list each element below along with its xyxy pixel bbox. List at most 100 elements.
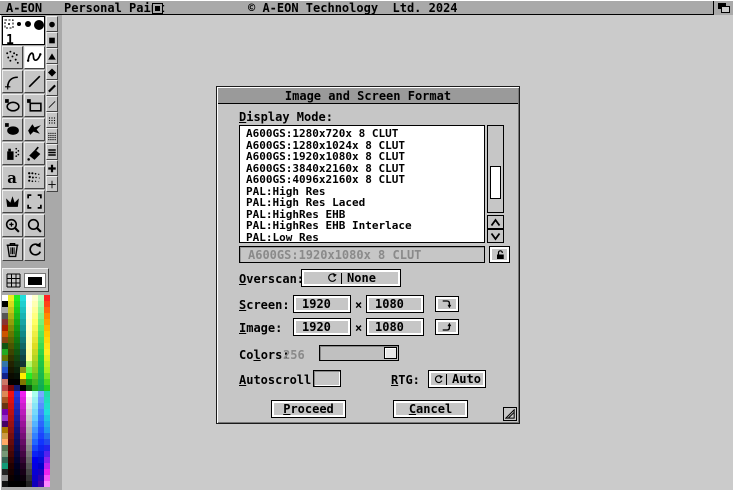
ellipse-tool-button[interactable] <box>2 94 23 117</box>
depth-front-rect-icon <box>721 6 730 13</box>
image-width-field[interactable] <box>293 318 351 336</box>
overscan-cycle-button[interactable]: None <box>301 269 401 287</box>
depth-gadget-button[interactable] <box>713 1 733 15</box>
fill-tool-button[interactable] <box>24 142 45 165</box>
thin-cross-brush-icon <box>47 178 57 191</box>
cycle-icon <box>433 374 444 385</box>
brush-select-tool-button[interactable] <box>24 190 45 213</box>
rectangle-tool-button[interactable] <box>24 94 45 117</box>
undo-tool-button[interactable] <box>24 238 45 261</box>
display-mode-option[interactable]: A600GS:1280x720x 8 CLUT <box>246 128 484 140</box>
bold-cross-brush-icon <box>47 162 57 175</box>
copy-image-to-screen-button[interactable] <box>435 319 459 335</box>
sparse-dots-brush-button[interactable] <box>46 112 58 128</box>
thick-slash-brush-icon <box>47 82 57 95</box>
screen-label: Screen: <box>239 298 290 312</box>
display-mode-option[interactable]: A600GS:4096x2160x 8 CLUT <box>246 174 484 186</box>
dialog-title[interactable]: Image and Screen Format <box>218 88 518 104</box>
stripes-brush-button[interactable] <box>46 144 58 160</box>
tool-panel: 1 a <box>0 15 62 490</box>
screen-dims-separator: × <box>355 298 362 312</box>
display-mode-option[interactable]: PAL:Low Res <box>246 232 484 244</box>
current-color-well[interactable] <box>24 273 46 288</box>
proceed-button[interactable]: Proceed <box>271 400 346 418</box>
titlebar[interactable]: A-EON Personal Paint © A-EON Technology … <box>0 0 733 15</box>
builtin-brush-disc-icon <box>47 18 57 31</box>
display-mode-option[interactable]: A600GS:1920x1080x 8 CLUT <box>246 151 484 163</box>
builtin-brush-diamond-icon <box>47 66 57 79</box>
svg-text:a: a <box>7 169 17 186</box>
cycle-divider <box>446 374 447 385</box>
colors-label: Colors: <box>239 348 290 362</box>
colors-slider[interactable] <box>319 345 399 361</box>
selected-mode-field[interactable] <box>239 246 485 263</box>
polygon-tool-icon <box>26 121 43 138</box>
symmetry-tool-button[interactable] <box>2 190 23 213</box>
thick-slash-brush-button[interactable] <box>46 80 58 96</box>
filled-ellipse-tool-button[interactable] <box>2 118 23 141</box>
display-mode-list[interactable]: A600GS:1280x720x 8 CLUTA600GS:1280x1024x… <box>239 125 485 243</box>
cycle-icon <box>326 272 338 284</box>
autoscroll-checkbox[interactable] <box>313 370 341 387</box>
display-mode-option[interactable]: PAL:HighRes EHB Interlace <box>246 220 484 232</box>
screen-width-field[interactable] <box>293 295 351 313</box>
bold-cross-brush-button[interactable] <box>46 160 58 176</box>
image-height-field[interactable] <box>366 318 424 336</box>
copy-screen-to-image-button[interactable] <box>435 296 459 312</box>
screen-height-field[interactable] <box>366 295 424 313</box>
image-dims-separator: × <box>355 321 362 335</box>
thin-cross-brush-button[interactable] <box>46 176 58 192</box>
rtg-cycle-button[interactable]: Auto <box>428 370 486 388</box>
dense-dots-brush-button[interactable] <box>46 128 58 144</box>
cancel-button[interactable]: Cancel <box>393 400 468 418</box>
builtin-brush-diamond-button[interactable] <box>46 64 58 80</box>
text-tool-button[interactable]: a <box>2 166 23 189</box>
mode-list-scrollbar[interactable] <box>487 125 504 213</box>
freehand-tool-button[interactable] <box>24 46 45 69</box>
scroll-up-button[interactable] <box>487 215 504 229</box>
brush-size-selector[interactable]: 1 <box>2 16 45 45</box>
rectangle-tool-icon <box>26 97 43 114</box>
text-tool-icon: a <box>4 169 21 186</box>
thin-slash-brush-button[interactable] <box>46 96 58 112</box>
chevron-up-icon <box>490 218 501 227</box>
airbrush-tool-button[interactable] <box>2 142 23 165</box>
dotted-freehand-tool-button[interactable] <box>2 46 23 69</box>
colors-value: 256 <box>283 348 305 362</box>
scroll-down-button[interactable] <box>487 229 504 243</box>
resize-corner-icon <box>505 409 515 419</box>
freehand-tool-icon <box>26 49 43 66</box>
rtg-label: RTG: <box>391 373 420 387</box>
image-screen-format-dialog: Image and Screen Format Display Mode: A6… <box>216 86 520 424</box>
colors-slider-thumb[interactable] <box>384 347 397 359</box>
magnify-tool-button[interactable] <box>24 214 45 237</box>
lock-button[interactable] <box>489 246 510 263</box>
color-palette[interactable] <box>2 295 50 487</box>
polygon-tool-button[interactable] <box>24 118 45 141</box>
dense-dots-brush-icon <box>47 130 57 143</box>
dialog-resize-handle[interactable] <box>503 407 517 421</box>
grid-pattern-icon <box>6 273 21 288</box>
display-mode-label: Display Mode: <box>239 110 333 124</box>
pattern-color-panel[interactable] <box>2 268 49 292</box>
line-tool-button[interactable] <box>24 70 45 93</box>
display-mode-option[interactable]: PAL:High Res Laced <box>246 197 484 209</box>
undo-tool-icon <box>26 241 43 258</box>
scrollbar-thumb[interactable] <box>490 166 501 199</box>
zoom-in-tool-icon <box>4 217 21 234</box>
zoom-in-tool-button[interactable] <box>2 214 23 237</box>
brush-select-tool-icon <box>26 193 43 210</box>
trash-tool-icon <box>4 241 21 258</box>
symmetry-tool-icon <box>4 193 21 210</box>
line-tool-icon <box>26 73 43 90</box>
curve-tool-button[interactable] <box>2 70 23 93</box>
builtin-brush-triangle-button[interactable] <box>46 48 58 64</box>
palette-swatch[interactable] <box>44 481 50 487</box>
foreground-color-swatch <box>28 277 42 285</box>
dither-tool-button[interactable] <box>24 166 45 189</box>
trash-tool-button[interactable] <box>2 238 23 261</box>
cycle-divider <box>341 273 342 284</box>
image-label: Image: <box>239 321 282 335</box>
builtin-brush-disc-button[interactable] <box>46 16 58 32</box>
builtin-brush-square-button[interactable] <box>46 32 58 48</box>
